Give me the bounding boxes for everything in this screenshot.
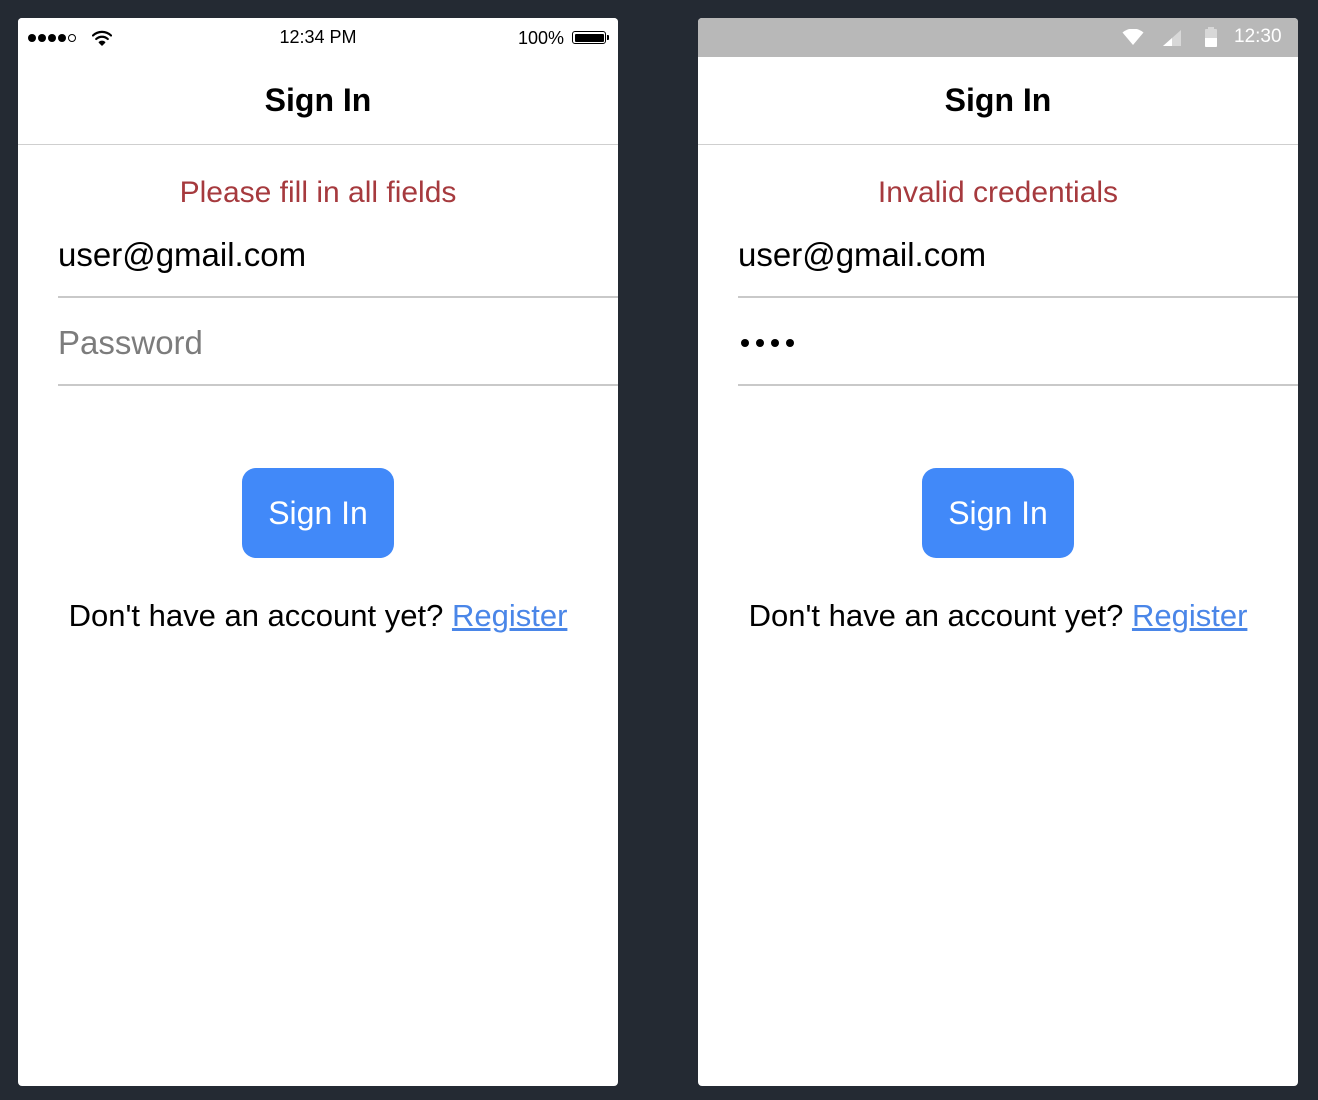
password-placeholder: Password <box>58 324 203 361</box>
wifi-icon <box>1122 28 1144 51</box>
android-screen: 12:30 Sign In Invalid credentials user@g… <box>698 18 1298 1086</box>
password-mask-dot <box>741 339 749 347</box>
password-masked-value <box>741 339 794 347</box>
nav-header: Sign In <box>18 58 618 145</box>
password-field[interactable] <box>738 324 1298 386</box>
password-mask-dot <box>756 339 764 347</box>
password-mask-dot <box>786 339 794 347</box>
page-title: Sign In <box>264 82 372 118</box>
sign-in-button-label: Sign In <box>948 494 1048 531</box>
email-field[interactable]: user@gmail.com <box>738 236 1298 298</box>
android-status-bar: 12:30 <box>698 18 1298 57</box>
register-prompt-text: Don't have an account yet? <box>68 598 452 633</box>
page-title: Sign In <box>944 82 1052 118</box>
status-time: 12:30 <box>1234 26 1282 47</box>
sign-in-button[interactable]: Sign In <box>922 468 1074 558</box>
ios-status-bar: 12:34 PM 100% <box>18 18 618 58</box>
sign-in-button-label: Sign In <box>268 494 368 531</box>
register-prompt-row: Don't have an account yet? Register <box>18 598 618 634</box>
email-value: user@gmail.com <box>58 236 307 273</box>
battery-percentage: 100% <box>517 28 564 48</box>
battery-icon <box>1205 27 1217 47</box>
nav-header: Sign In <box>698 58 1298 145</box>
cell-signal-icon <box>1162 29 1182 52</box>
register-link[interactable]: Register <box>1132 598 1247 633</box>
error-message: Please fill in all fields <box>179 176 457 209</box>
password-mask-dot <box>771 339 779 347</box>
sign-in-button[interactable]: Sign In <box>242 468 394 558</box>
email-field[interactable]: user@gmail.com <box>58 236 618 298</box>
battery-icon <box>572 31 609 44</box>
password-field[interactable]: Password <box>58 324 618 386</box>
error-message: Invalid credentials <box>877 176 1119 209</box>
register-link[interactable]: Register <box>452 598 567 633</box>
email-value: user@gmail.com <box>738 236 987 273</box>
register-prompt-row: Don't have an account yet? Register <box>698 598 1298 634</box>
register-prompt-text: Don't have an account yet? <box>748 598 1132 633</box>
ios-screen: 12:34 PM 100% Sign In Please fill in all… <box>18 18 618 1086</box>
